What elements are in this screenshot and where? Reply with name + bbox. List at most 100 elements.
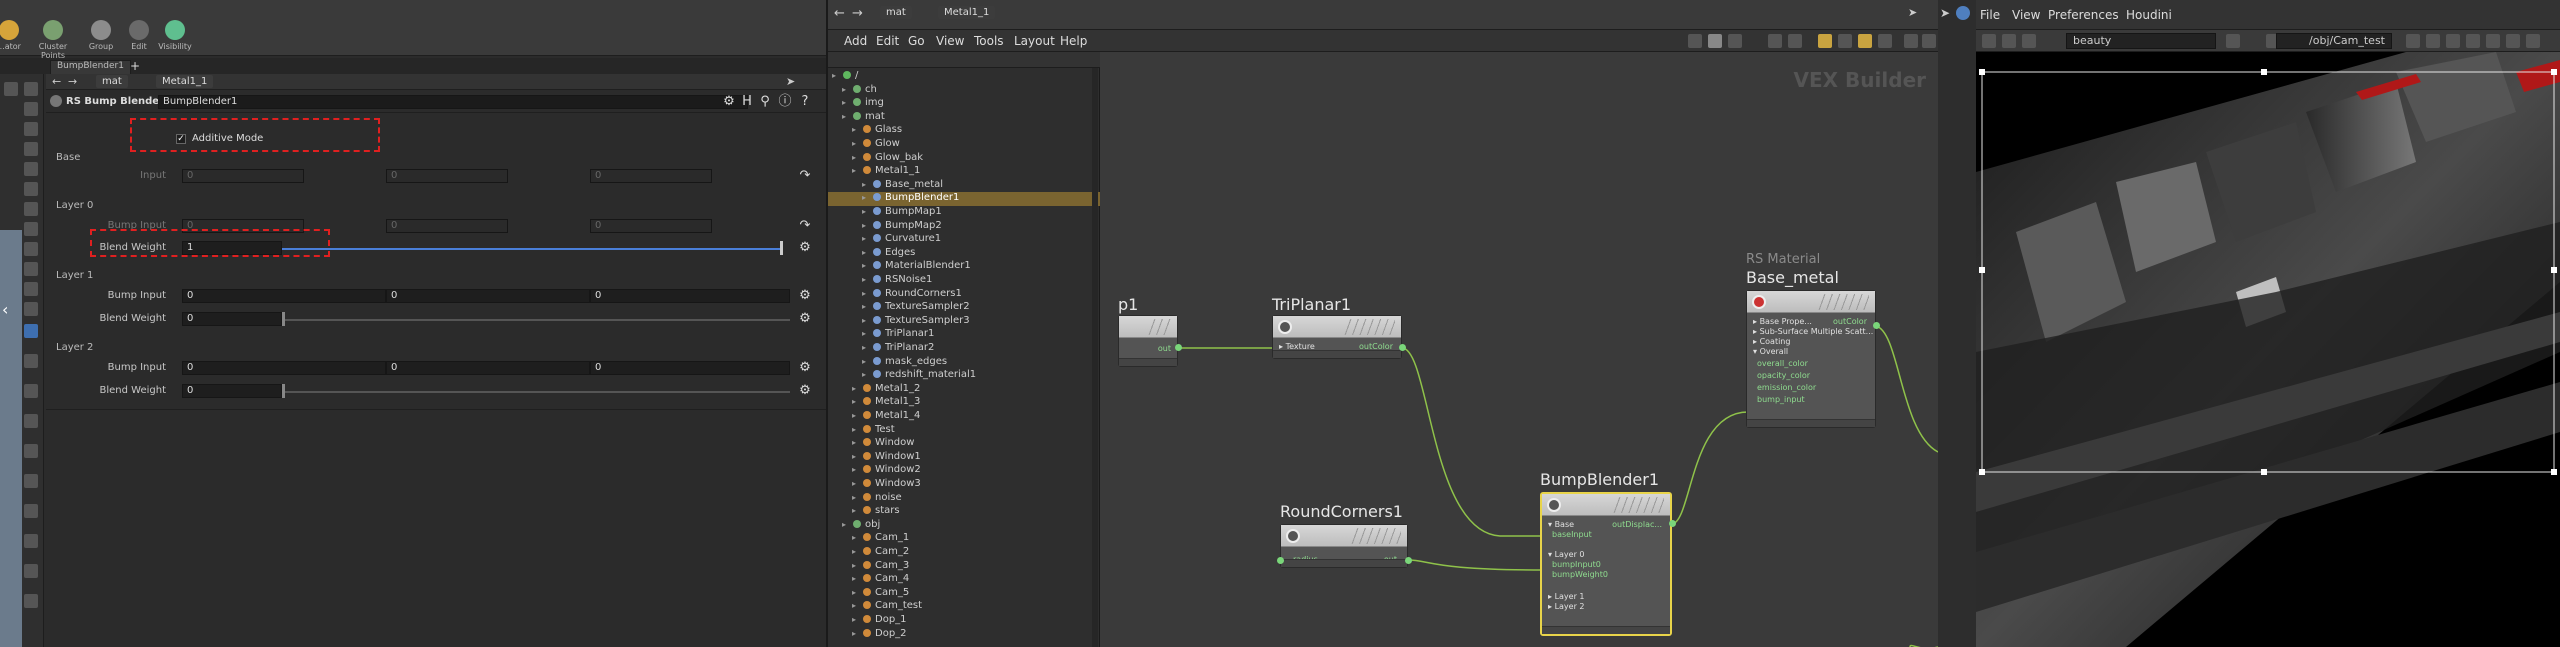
- expand-arrow-icon[interactable]: ▸: [852, 125, 860, 134]
- expand-arrow-icon[interactable]: ▸: [842, 98, 850, 107]
- expand-arrow-icon[interactable]: ▸: [852, 615, 860, 624]
- tree-item[interactable]: ▸ mat: [828, 111, 1100, 125]
- bumpblender1-out-port[interactable]: outDisplac...: [1612, 520, 1662, 529]
- tree-item[interactable]: ▸ ch: [828, 84, 1100, 98]
- base-metal-port-bump-input[interactable]: bump_input: [1757, 395, 1805, 404]
- menu-preferences[interactable]: Preferences: [2048, 8, 2119, 22]
- extra-tool-icon[interactable]: [24, 594, 38, 608]
- port-dot[interactable]: [1277, 557, 1284, 564]
- tree-item[interactable]: ▸ Glass: [828, 124, 1100, 138]
- expand-arrow-icon[interactable]: ▸: [852, 166, 860, 175]
- roundcorners1-node[interactable]: radius out: [1280, 524, 1408, 568]
- expand-arrow-icon[interactable]: ▸: [842, 85, 850, 94]
- measure-tool-icon[interactable]: [24, 504, 38, 518]
- back-arrow-icon[interactable]: ←: [52, 75, 61, 88]
- expand-arrow-icon[interactable]: ▸: [862, 193, 870, 202]
- menu-view[interactable]: View: [2012, 8, 2040, 22]
- port-dot[interactable]: [1175, 344, 1182, 351]
- tree-item[interactable]: ▸ Curvature1: [828, 233, 1100, 247]
- node-name-field[interactable]: BumpBlender1: [158, 95, 748, 109]
- layer0-bump-input-y[interactable]: 0: [386, 219, 508, 233]
- bumpblender1-port-layer0[interactable]: ▾ Layer 0: [1548, 550, 1585, 559]
- expand-arrow-icon[interactable]: ▸: [852, 465, 860, 474]
- tree-item[interactable]: ▸ obj: [828, 519, 1100, 533]
- tree-item[interactable]: ▸ Cam_3: [828, 560, 1100, 574]
- snapshot-icon[interactable]: [2226, 34, 2240, 48]
- search-icon[interactable]: ⚲: [758, 95, 772, 109]
- expand-arrow-icon[interactable]: ▸: [852, 493, 860, 502]
- tree-item[interactable]: ▸ Cam_test: [828, 600, 1100, 614]
- expand-arrow-icon[interactable]: ▸: [852, 384, 860, 393]
- gear-icon[interactable]: ⚙: [798, 361, 812, 375]
- expand-arrow-icon[interactable]: ▸: [852, 425, 860, 434]
- menu-go[interactable]: Go: [908, 34, 925, 48]
- bumpblender1-port-bumpweight0[interactable]: bumpWeight0: [1552, 570, 1608, 579]
- expand-arrow-icon[interactable]: ▸: [852, 452, 860, 461]
- tab-bumpblender1[interactable]: BumpBlender1: [50, 60, 131, 74]
- menu-layout[interactable]: Layout: [1014, 34, 1055, 48]
- tree-item[interactable]: ▸ Base_metal: [828, 179, 1100, 193]
- snapshot-tool-icon[interactable]: [24, 564, 38, 578]
- expand-arrow-icon[interactable]: ▸: [852, 574, 860, 583]
- display-tool-icon[interactable]: [24, 282, 38, 296]
- layer1-bump-input-z[interactable]: 0: [590, 289, 790, 303]
- gear-icon[interactable]: ⚙: [798, 384, 812, 398]
- expand-arrow-icon[interactable]: ▸: [852, 561, 860, 570]
- expand-arrow-icon[interactable]: ▸: [862, 261, 870, 270]
- tree-item[interactable]: ▸ Window2: [828, 464, 1100, 478]
- help-icon[interactable]: [24, 82, 38, 96]
- gear-icon[interactable]: ⚙: [798, 289, 812, 303]
- base-metal-port-base-properties[interactable]: ▸ Base Prope...: [1753, 317, 1812, 326]
- bumpblender1-port-layer1[interactable]: ▸ Layer 1: [1548, 592, 1585, 601]
- tree-item[interactable]: ▸ Metal1_4: [828, 410, 1100, 424]
- forward-arrow-icon[interactable]: →: [852, 6, 863, 21]
- triplanar1-node[interactable]: ▸ Texture ▸ Coordinates outColor: [1272, 315, 1402, 360]
- pane-splitter[interactable]: ➤: [1938, 0, 1976, 647]
- bundle-icon[interactable]: [1878, 34, 1892, 48]
- tree-item[interactable]: ▸ Window: [828, 437, 1100, 451]
- rotate-tool-icon[interactable]: [24, 122, 38, 136]
- tree-item[interactable]: ▸ BumpMap2: [828, 220, 1100, 234]
- tree-item[interactable]: ▸ Dop_2: [828, 628, 1100, 642]
- back-arrow-icon[interactable]: ←: [834, 6, 845, 21]
- base-metal-out-port[interactable]: outColor: [1833, 317, 1867, 326]
- expand-arrow-icon[interactable]: ▸: [862, 343, 870, 352]
- tree-item[interactable]: ▸ TextureSampler3: [828, 315, 1100, 329]
- port-dot[interactable]: [1669, 520, 1676, 527]
- breadcrumb-mat[interactable]: mat: [96, 75, 128, 88]
- layer2-bump-input-z[interactable]: 0: [590, 361, 790, 375]
- menu-file[interactable]: File: [1980, 8, 2000, 22]
- gear-icon[interactable]: ⚙: [798, 241, 812, 255]
- expand-arrow-icon[interactable]: ▸: [852, 588, 860, 597]
- tree-item[interactable]: ▸ noise: [828, 492, 1100, 506]
- base-metal-port-coating[interactable]: ▸ Coating: [1753, 337, 1790, 346]
- base-metal-port-overall-color[interactable]: overall_color: [1757, 359, 1808, 368]
- base-metal-port-sss[interactable]: ▸ Sub-Surface Multiple Scatt...: [1753, 327, 1873, 336]
- breadcrumb-metal1-1[interactable]: Metal1_1: [938, 6, 996, 19]
- expand-arrow-icon[interactable]: ▸: [862, 248, 870, 257]
- pose-tool-icon[interactable]: [24, 182, 38, 196]
- settings-icon[interactable]: [2506, 34, 2520, 48]
- tree-item[interactable]: ▸ stars: [828, 505, 1100, 519]
- expand-arrow-icon[interactable]: ▸: [862, 370, 870, 379]
- tree-item[interactable]: ▸ Metal1_1: [828, 165, 1100, 179]
- abc-tool-icon[interactable]: [24, 474, 38, 488]
- tree-item[interactable]: ▸ Window1: [828, 451, 1100, 465]
- shelf-tool-visibility[interactable]: Visibility: [152, 20, 198, 51]
- tree-item[interactable]: ▸ Cam_4: [828, 573, 1100, 587]
- tree-item[interactable]: ▸ Cam_2: [828, 546, 1100, 560]
- aov-select[interactable]: beauty: [2066, 33, 2216, 49]
- tree-item[interactable]: ▸ TriPlanar1: [828, 328, 1100, 342]
- expand-arrow-icon[interactable]: ▸: [862, 207, 870, 216]
- layer1-bump-input-y[interactable]: 0: [386, 289, 590, 303]
- base-metal-port-emission-color[interactable]: emission_color: [1757, 383, 1816, 392]
- expand-arrow-icon[interactable]: ▸: [862, 302, 870, 311]
- tree-item[interactable]: ▸ Glow: [828, 138, 1100, 152]
- menu-help[interactable]: Help: [1060, 34, 1087, 48]
- partial-node[interactable]: out: [1118, 315, 1178, 367]
- tree-item[interactable]: ▸ Dop_1: [828, 614, 1100, 628]
- tree-item[interactable]: ▸ RSNoise1: [828, 274, 1100, 288]
- tree-item[interactable]: ▸ Glow_bak: [828, 152, 1100, 166]
- grid-icon[interactable]: [2426, 34, 2440, 48]
- shelf-tool[interactable]: ...ator: [0, 20, 32, 51]
